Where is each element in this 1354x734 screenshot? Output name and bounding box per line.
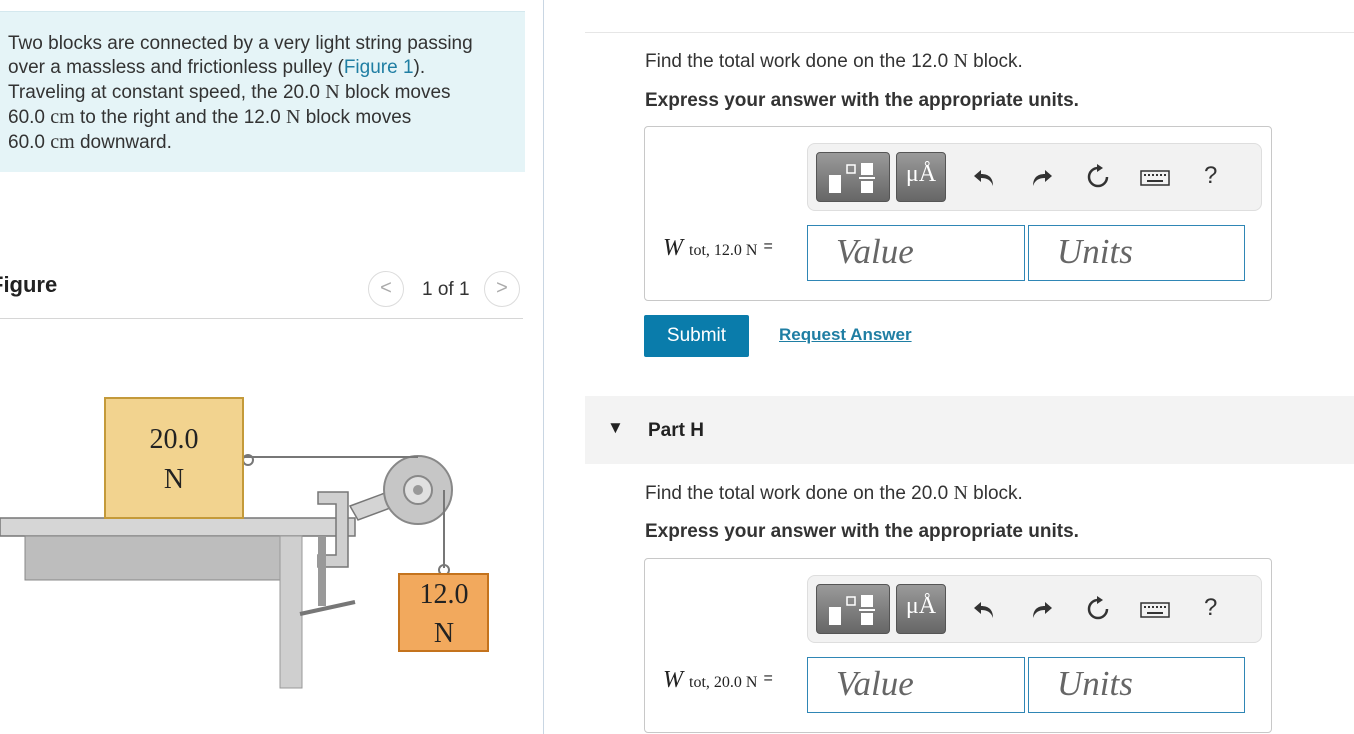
prev-figure-button[interactable]: < xyxy=(368,271,404,307)
problem-line-3: Traveling at constant speed, the 20.0 N … xyxy=(8,81,451,103)
block-20n-value: 20.0 xyxy=(150,424,199,455)
submit-button[interactable]: Submit xyxy=(644,315,749,357)
figure-title: Figure xyxy=(0,272,58,297)
part-h-units-input[interactable]: Units xyxy=(1028,657,1245,713)
pulley-axle xyxy=(413,485,423,495)
help-icon[interactable]: ? xyxy=(1204,594,1217,622)
undo-icon[interactable] xyxy=(971,596,997,622)
left-panel: Two blocks are connected by a very light… xyxy=(0,0,545,734)
request-answer-link[interactable]: Request Answer xyxy=(779,325,912,345)
part-h-header[interactable]: ▼ Part H xyxy=(585,396,1354,464)
clamp-screw xyxy=(318,536,326,606)
math-toolbar: μÅ ? xyxy=(807,143,1262,211)
part-g-answer-box: μÅ ? Wtot, 12.0 N = Value Units xyxy=(644,126,1272,301)
part-g-question: Find the total work done on the 12.0 N b… xyxy=(645,50,1023,72)
block-20n xyxy=(104,397,244,519)
templates-button[interactable] xyxy=(816,152,890,202)
figure-pager: 1 of 1 xyxy=(422,279,470,300)
top-divider xyxy=(585,32,1354,33)
redo-icon[interactable] xyxy=(1029,596,1055,622)
redo-icon[interactable] xyxy=(1029,164,1055,190)
problem-line-4: 60.0 cm to the right and the 12.0 N bloc… xyxy=(8,106,412,128)
problem-line-2: over a massless and frictionless pulley … xyxy=(8,57,426,78)
templates-icon xyxy=(829,595,875,625)
figure-header: Figure < 1 of 1 > xyxy=(0,270,523,319)
problem-line-5: 60.0 cm downward. xyxy=(8,131,172,153)
part-g-value-input[interactable]: Value xyxy=(807,225,1025,281)
part-h-question: Find the total work done on the 20.0 N b… xyxy=(645,482,1023,504)
part-g-units-input[interactable]: Units xyxy=(1028,225,1245,281)
part-g-variable-label: Wtot, 12.0 N = xyxy=(663,235,773,261)
chevron-left-icon: < xyxy=(380,277,392,299)
chevron-right-icon: > xyxy=(496,277,508,299)
templates-icon xyxy=(829,163,875,193)
table-apron xyxy=(24,535,296,581)
keyboard-icon[interactable] xyxy=(1140,164,1170,190)
part-h-value-input[interactable]: Value xyxy=(807,657,1025,713)
block-12n-value: 12.0 xyxy=(420,579,469,610)
help-icon[interactable]: ? xyxy=(1204,162,1217,190)
templates-button[interactable] xyxy=(816,584,890,634)
problem-line-1: Two blocks are connected by a very light… xyxy=(8,33,473,54)
table-top xyxy=(0,517,356,537)
next-figure-button[interactable]: > xyxy=(484,271,520,307)
part-h-answer-box: μÅ ? Wtot, 20.0 N = Value Units xyxy=(644,558,1272,733)
caret-down-icon: ▼ xyxy=(607,418,624,437)
units-button[interactable]: μÅ xyxy=(896,584,946,634)
block-12n-unit: N xyxy=(434,618,454,649)
reset-icon[interactable] xyxy=(1085,164,1111,190)
part-h-variable-label: Wtot, 20.0 N = xyxy=(663,667,773,693)
units-button[interactable]: μÅ xyxy=(896,152,946,202)
panel-divider xyxy=(543,0,544,734)
clamp-handle xyxy=(299,600,356,616)
reset-icon[interactable] xyxy=(1085,596,1111,622)
problem-statement: Two blocks are connected by a very light… xyxy=(0,11,525,172)
pulley-figure: 20.0 N 12.0 N xyxy=(0,397,489,689)
part-h-title: Part H xyxy=(648,420,704,441)
part-h-instruction: Express your answer with the appropriate… xyxy=(645,521,1079,542)
undo-icon[interactable] xyxy=(971,164,997,190)
block-20n-unit: N xyxy=(164,464,184,495)
keyboard-icon[interactable] xyxy=(1140,596,1170,622)
units-icon: μÅ xyxy=(905,593,937,619)
part-g-instruction: Express your answer with the appropriate… xyxy=(645,90,1079,111)
table-leg xyxy=(279,535,303,689)
math-toolbar: μÅ ? xyxy=(807,575,1262,643)
figure-link[interactable]: Figure 1 xyxy=(344,57,414,78)
units-icon: μÅ xyxy=(905,161,937,187)
